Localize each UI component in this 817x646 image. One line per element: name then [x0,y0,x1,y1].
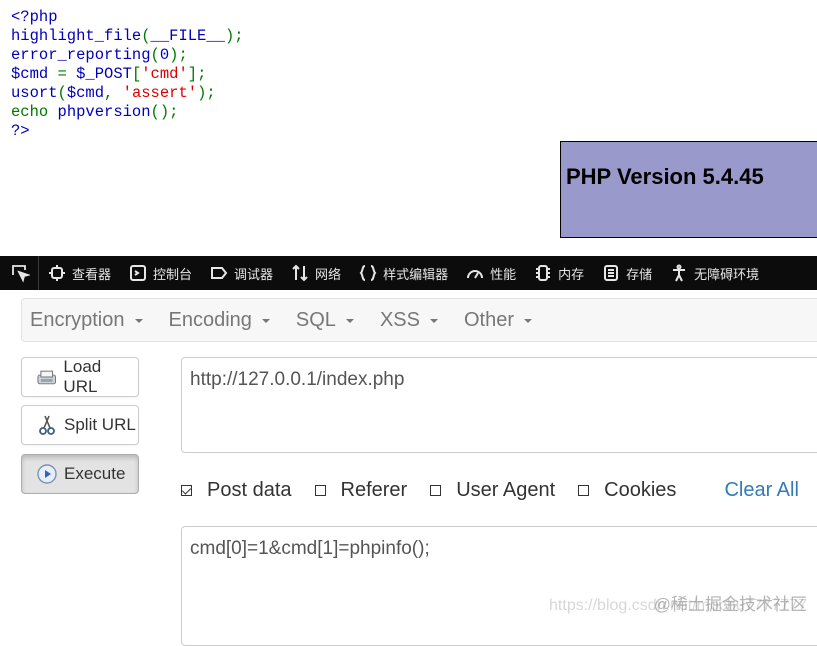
code-line: ?> [11,122,30,140]
element-picker-icon [12,265,30,283]
devtools-tab-debugger[interactable]: 调试器 [201,256,282,290]
devtools-toolbar: 查看器 控制台 调试器 网络 样式编辑器 性能 内存 存储 无障碍环境 [0,256,817,290]
php-source-code: <?php highlight_file(__FILE__); error_re… [11,8,244,140]
devtools-tab-label: 网络 [315,267,342,283]
menu-other[interactable]: Other [456,309,546,332]
caret-down-icon [345,319,354,323]
php-version-box: PHP Version 5.4.45 [560,141,817,238]
devtools-tab-network[interactable]: 网络 [282,256,350,290]
menu-label: Encryption [30,308,125,331]
debugger-icon [211,267,228,279]
hackbar-menu: Encryption Encoding SQL XSS Other [21,298,817,342]
watermark-url: https://blog.csdn.net/mochu7777777 [549,597,807,614]
storage-icon [604,265,619,281]
devtools-tab-storage[interactable]: 存储 [593,256,661,290]
style-editor-icon [359,265,377,281]
menu-label: Encoding [168,308,252,331]
post-data-checkbox[interactable]: Post data [181,479,292,502]
caret-down-icon [261,319,270,323]
devtools-tab-console[interactable]: 控制台 [120,256,201,290]
load-url-button[interactable]: Load URL [21,357,139,397]
watermark: @稀土掘金技术社区 https://blog.csdn.net/mochu777… [549,590,807,615]
execute-label: Execute [64,464,126,483]
user-agent-checkbox[interactable]: User Agent [430,479,555,502]
element-picker-button[interactable] [0,256,39,290]
checkbox-icon [430,484,442,496]
checkbox-icon [314,484,326,496]
devtools-tab-label: 无障碍环境 [694,267,760,283]
inspector-icon [49,265,65,281]
load-url-icon [37,370,56,385]
split-url-label: Split URL [64,415,136,434]
menu-label: Other [463,308,514,331]
devtools-tab-label: 内存 [558,267,585,283]
code-line: highlight_file [11,27,142,45]
console-icon [130,265,147,281]
scissors-icon [39,415,55,435]
referer-checkbox[interactable]: Referer [314,478,408,502]
checkbox-checked-icon [181,484,192,496]
clear-all-link[interactable]: Clear All [724,479,798,502]
user-agent-label: User Agent [456,478,556,501]
code-line: echo [11,103,58,121]
play-icon [37,464,57,484]
performance-icon [467,270,484,279]
referer-label: Referer [340,478,408,501]
devtools-tab-label: 性能 [490,267,517,283]
devtools-tab-label: 调试器 [234,267,274,283]
split-url-button[interactable]: Split URL [21,405,139,445]
execute-button[interactable]: Execute [21,454,139,494]
devtools-tab-memory[interactable]: 内存 [525,256,593,290]
devtools-tab-label: 控制台 [153,267,193,283]
menu-sql[interactable]: SQL [288,309,368,332]
cookies-checkbox[interactable]: Cookies [578,479,676,502]
network-icon [292,264,308,282]
url-textarea[interactable]: http://127.0.0.1/index.php [181,357,817,453]
caret-down-icon [134,319,143,323]
menu-xss[interactable]: XSS [372,309,452,332]
code-line: <?php [11,8,58,26]
php-version-heading: PHP Version 5.4.45 [566,164,764,189]
devtools-tab-inspector[interactable]: 查看器 [39,256,120,290]
code-line: usort [11,84,58,102]
devtools-tab-accessibility[interactable]: 无障碍环境 [661,256,768,290]
post-data-textarea[interactable]: cmd[0]=1&cmd[1]=phpinfo(); [181,526,817,646]
memory-icon [536,265,551,281]
devtools-tab-performance[interactable]: 性能 [457,256,525,290]
menu-label: SQL [295,308,336,331]
menu-encoding[interactable]: Encoding [161,309,284,332]
caret-down-icon [524,319,532,323]
checkbox-icon [578,484,590,496]
devtools-tab-style-editor[interactable]: 样式编辑器 [350,256,457,290]
load-url-label: Load URL [63,357,102,396]
devtools-tab-label: 查看器 [72,267,112,283]
post-data-label: Post data [207,478,292,501]
accessibility-icon [673,264,686,282]
code-line: error_reporting [11,46,151,64]
devtools-tab-label: 样式编辑器 [383,267,449,283]
menu-encryption[interactable]: Encryption [22,309,157,332]
caret-down-icon [429,319,438,323]
options-row: Post data Referer User Agent Cookies Cle… [181,472,799,508]
devtools-tab-label: 存储 [626,267,653,283]
cookies-label: Cookies [604,478,677,501]
menu-label: XSS [379,308,420,331]
code-line: $cmd [11,65,49,83]
